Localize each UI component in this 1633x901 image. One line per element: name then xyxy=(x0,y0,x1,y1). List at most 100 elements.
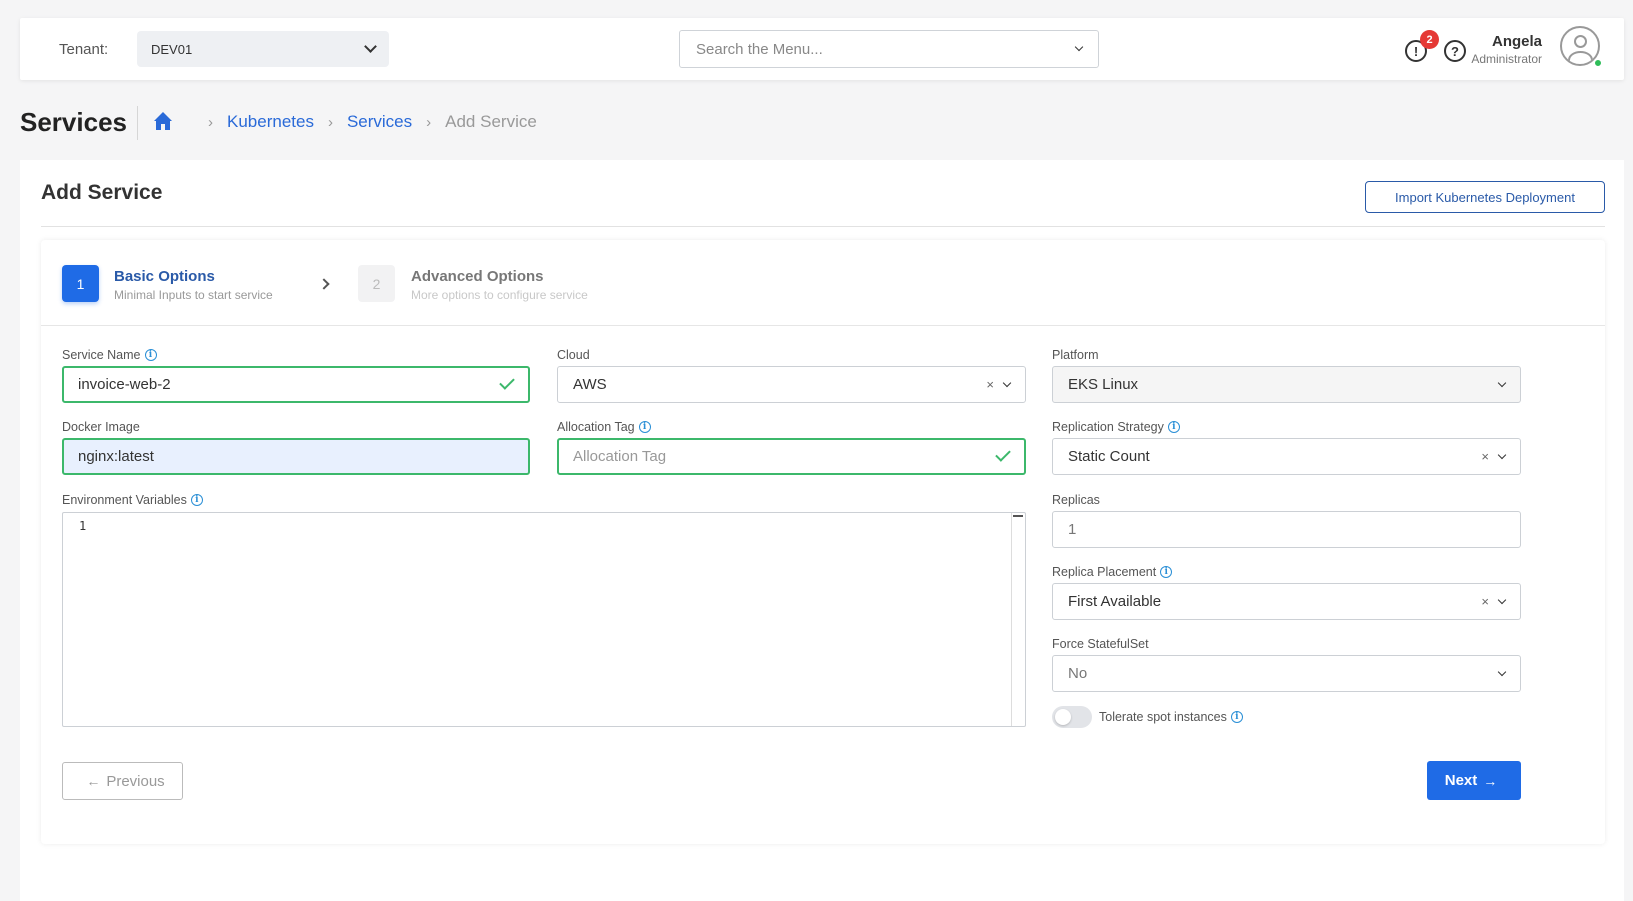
menu-search-placeholder: Search the Menu... xyxy=(696,40,823,58)
docker-image-value: nginx:latest xyxy=(78,448,154,465)
allocation-tag-label: Allocation Tag i xyxy=(557,420,651,434)
info-icon[interactable]: i xyxy=(638,421,651,433)
allocation-tag-label-text: Allocation Tag xyxy=(557,420,635,434)
chevron-down-icon xyxy=(1002,378,1012,387)
chevron-down-icon xyxy=(364,40,377,53)
editor-scrollbar[interactable] xyxy=(1011,513,1025,726)
force-statefulset-select[interactable]: No xyxy=(1052,655,1521,692)
info-icon[interactable]: i xyxy=(144,349,157,361)
online-status-dot xyxy=(1593,58,1603,68)
replica-placement-value: First Available xyxy=(1068,593,1162,610)
replica-placement-label: Replica Placement i xyxy=(1052,565,1173,579)
check-icon xyxy=(499,374,515,390)
title-divider xyxy=(137,106,138,140)
replicas-value: 1 xyxy=(1068,521,1077,538)
toggle-knob xyxy=(1055,709,1071,725)
platform-select[interactable]: EKS Linux xyxy=(1052,366,1521,403)
replica-placement-select[interactable]: First Available × xyxy=(1052,583,1521,620)
clear-icon[interactable]: × xyxy=(1481,594,1489,609)
allocation-tag-placeholder: Allocation Tag xyxy=(573,448,667,465)
tolerate-spot-label-text: Tolerate spot instances xyxy=(1099,710,1227,724)
step-2-subtitle: More options to configure service xyxy=(411,288,588,302)
step-1-title[interactable]: Basic Options xyxy=(114,268,215,285)
service-name-input[interactable]: invoice-web-2 xyxy=(62,366,530,403)
chevron-down-icon xyxy=(1497,450,1507,459)
chevron-right-icon: › xyxy=(208,113,213,131)
tenant-label: Tenant: xyxy=(59,41,109,58)
home-icon[interactable] xyxy=(152,112,174,132)
breadcrumb-services[interactable]: Services xyxy=(347,112,412,132)
env-vars-label-text: Environment Variables xyxy=(62,493,187,507)
previous-label: Previous xyxy=(106,772,165,790)
platform-label-text: Platform xyxy=(1052,348,1099,362)
step-2-title[interactable]: Advanced Options xyxy=(411,268,544,285)
arrow-right-icon: → xyxy=(1483,772,1498,789)
divider xyxy=(41,226,1605,227)
chevron-right-icon: › xyxy=(327,113,333,131)
top-bar: Tenant: DEV01 Search the Menu... ! 2 ? A… xyxy=(20,18,1624,80)
previous-button[interactable]: ← Previous xyxy=(62,762,183,800)
user-icon-body xyxy=(1568,51,1593,64)
next-label: Next xyxy=(1444,772,1478,789)
info-icon[interactable]: i xyxy=(1167,421,1180,433)
wizard-panel: 1 Basic Options Minimal Inputs to start … xyxy=(41,240,1605,844)
import-kubernetes-deployment-button[interactable]: Import Kubernetes Deployment xyxy=(1365,181,1605,213)
card-title: Add Service xyxy=(41,181,163,204)
replicas-label: Replicas xyxy=(1052,493,1100,507)
cloud-label-text: Cloud xyxy=(557,348,590,362)
allocation-tag-input[interactable]: Allocation Tag xyxy=(557,438,1026,475)
force-statefulset-label-text: Force StatefulSet xyxy=(1052,637,1149,651)
docker-image-input[interactable]: nginx:latest xyxy=(62,438,530,475)
tolerate-spot-label: Tolerate spot instances i xyxy=(1099,710,1243,724)
breadcrumb: › Kubernetes › Services › Add Service xyxy=(152,112,537,132)
force-statefulset-value: No xyxy=(1068,665,1088,682)
user-role: Administrator xyxy=(1471,52,1542,66)
cloud-value: AWS xyxy=(573,376,607,393)
chevron-down-icon xyxy=(1497,667,1507,676)
platform-value: EKS Linux xyxy=(1068,376,1139,393)
replicas-input[interactable]: 1 xyxy=(1052,511,1521,548)
docker-image-label-text: Docker Image xyxy=(62,420,140,434)
replicas-label-text: Replicas xyxy=(1052,493,1100,507)
chevron-down-icon xyxy=(1074,42,1084,52)
replica-placement-label-text: Replica Placement xyxy=(1052,565,1157,579)
cloud-label: Cloud xyxy=(557,348,590,362)
clear-icon[interactable]: × xyxy=(1481,449,1489,464)
chevron-right-icon xyxy=(318,278,330,290)
alert-count-badge: 2 xyxy=(1420,30,1439,49)
step-2-number[interactable]: 2 xyxy=(358,265,395,302)
user-icon xyxy=(1574,35,1587,48)
chevron-right-icon: › xyxy=(426,113,432,131)
user-name[interactable]: Angela xyxy=(1492,33,1542,50)
next-button[interactable]: Next → xyxy=(1427,761,1521,800)
env-vars-label: Environment Variables i xyxy=(62,493,203,507)
replication-strategy-value: Static Count xyxy=(1068,448,1150,465)
breadcrumb-kubernetes[interactable]: Kubernetes xyxy=(227,112,314,132)
chevron-down-icon xyxy=(1497,595,1507,604)
replication-strategy-label-text: Replication Strategy xyxy=(1052,420,1164,434)
step-1-subtitle: Minimal Inputs to start service xyxy=(114,288,273,302)
replication-strategy-select[interactable]: Static Count × xyxy=(1052,438,1521,475)
info-icon[interactable]: i xyxy=(190,494,203,506)
chevron-down-icon xyxy=(1497,378,1507,387)
tenant-select[interactable]: DEV01 xyxy=(137,31,389,67)
replication-strategy-label: Replication Strategy i xyxy=(1052,420,1180,434)
arrow-left-icon: ← xyxy=(86,773,101,789)
divider xyxy=(41,325,1605,326)
info-icon[interactable]: i xyxy=(1230,711,1243,723)
docker-image-label: Docker Image xyxy=(62,420,140,434)
tolerate-spot-toggle[interactable] xyxy=(1052,706,1092,728)
menu-search-select[interactable]: Search the Menu... xyxy=(679,30,1099,68)
check-icon xyxy=(995,446,1011,462)
add-service-card: Add Service Import Kubernetes Deployment… xyxy=(20,160,1624,901)
service-name-value: invoice-web-2 xyxy=(78,376,171,393)
page-title: Services xyxy=(20,107,127,137)
env-vars-editor[interactable]: 1 xyxy=(62,512,1026,727)
step-1-number[interactable]: 1 xyxy=(62,265,99,302)
clear-icon[interactable]: × xyxy=(986,377,994,392)
service-name-label-text: Service Name xyxy=(62,348,141,362)
help-icon[interactable]: ? xyxy=(1444,40,1466,62)
tenant-value: DEV01 xyxy=(151,41,193,57)
cloud-select[interactable]: AWS × xyxy=(557,366,1026,403)
info-icon[interactable]: i xyxy=(1160,566,1173,578)
